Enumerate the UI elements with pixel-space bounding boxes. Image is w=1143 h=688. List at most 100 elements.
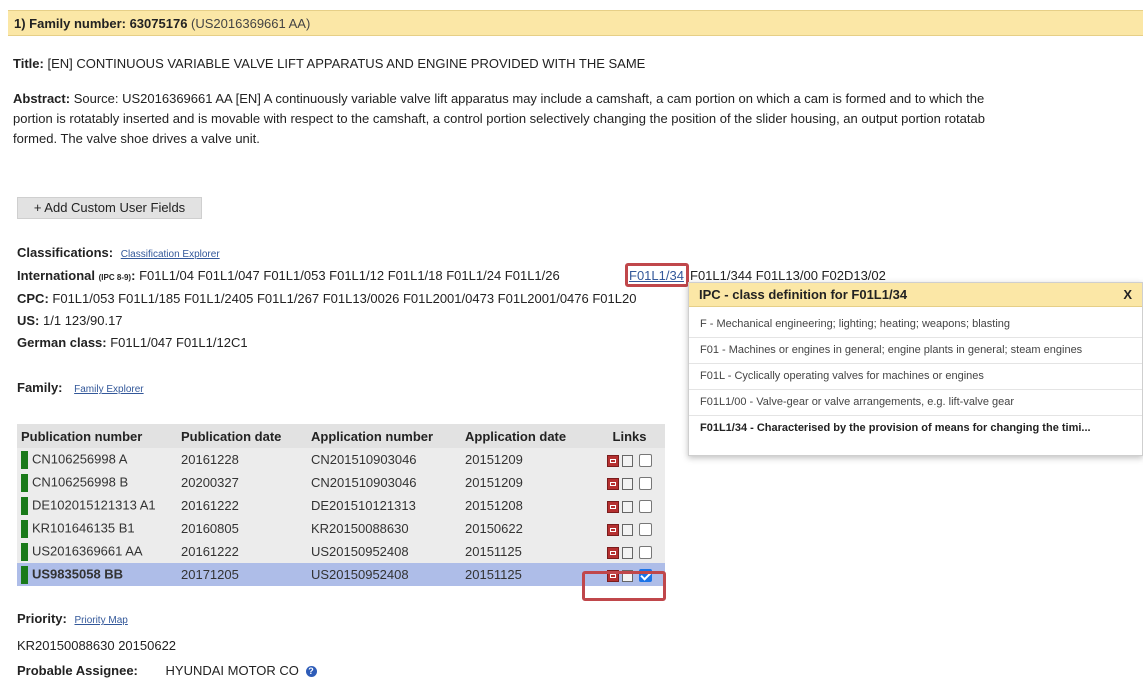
- status-indicator: [21, 519, 28, 538]
- cpc-codes: F01L1/053 F01L1/185 F01L1/2405 F01L1/267…: [52, 291, 637, 306]
- abstract: Abstract: Source: US2016369661 AA [EN] A…: [13, 89, 1143, 149]
- publication-number-cell: CN106256998 B: [17, 471, 177, 494]
- select-checkbox[interactable]: [639, 500, 652, 514]
- table-row[interactable]: CN106256998 B 20200327 CN201510903046 20151…: [17, 471, 665, 494]
- table-row[interactable]: US2016369661 AA 20161222 US20150952408 2015…: [17, 540, 665, 563]
- popup-item: F01 - Machines or engines in general; en…: [689, 338, 1142, 364]
- publication-number[interactable]: CN106256998 B: [32, 474, 128, 489]
- publication-date: 20161228: [177, 448, 307, 471]
- popup-item: F01L1/00 - Valve-gear or valve arrangeme…: [689, 390, 1142, 416]
- popup-header: IPC - class definition for F01L1/34 X: [689, 283, 1142, 307]
- family-label: Family:: [17, 380, 63, 395]
- popup-item: F - Mechanical engineering; lighting; he…: [689, 312, 1142, 338]
- family-header: 1) Family number: 63075176 (US2016369661…: [8, 10, 1143, 36]
- close-icon[interactable]: X: [1123, 287, 1132, 302]
- status-indicator: [21, 565, 28, 584]
- assignee-value: HYUNDAI MOTOR CO: [165, 663, 299, 678]
- classifications-row: Classifications: Classification Explorer: [17, 245, 220, 260]
- select-checkbox[interactable]: [639, 546, 652, 560]
- application-date: 20151209: [461, 448, 594, 471]
- priority-label: Priority:: [17, 611, 67, 626]
- international-row: International (IPC 8-9): F01L1/04 F01L1/…: [17, 268, 560, 283]
- help-icon[interactable]: ?: [305, 666, 317, 678]
- table-row[interactable]: DE102015121313 A1 20161222 DE201510121313 2…: [17, 494, 665, 517]
- selected-links-highlight: [582, 571, 666, 601]
- family-row: Family: Family Explorer: [17, 380, 144, 395]
- application-date: 20151125: [461, 563, 594, 586]
- abstract-line2: portion is rotatably inserted and is mov…: [13, 111, 985, 126]
- table-row[interactable]: KR101646135 B1 20160805 KR20150088630 20150…: [17, 517, 665, 540]
- application-number: US20150952408: [307, 540, 461, 563]
- popup-item-selected: F01L1/34 - Characterised by the provisio…: [700, 422, 1091, 434]
- add-custom-fields-button[interactable]: + Add Custom User Fields: [17, 197, 202, 219]
- status-indicator: [21, 450, 28, 469]
- publication-date: 20161222: [177, 494, 307, 517]
- assignee-row: Probable Assignee: HYUNDAI MOTOR CO ?: [17, 663, 317, 678]
- document-icon[interactable]: [622, 454, 633, 467]
- links-cell: [594, 494, 665, 517]
- select-checkbox[interactable]: [639, 523, 652, 537]
- priority-map-link[interactable]: Priority Map: [74, 615, 127, 626]
- table-row[interactable]: CN106256998 A 20161228 CN201510903046 20151…: [17, 448, 665, 471]
- priority-row: Priority: Priority Map: [17, 611, 128, 626]
- pdf-icon[interactable]: [607, 454, 619, 467]
- status-indicator: [21, 542, 28, 561]
- publication-date: 20161222: [177, 540, 307, 563]
- publication-number[interactable]: US9835058 BB: [32, 566, 123, 581]
- publication-number[interactable]: CN106256998 A: [32, 451, 127, 466]
- publication-number[interactable]: US2016369661 AA: [32, 543, 143, 558]
- application-number: US20150952408: [307, 563, 461, 586]
- priority-value: KR20150088630 20150622: [17, 638, 177, 653]
- col-links: Links: [594, 424, 665, 448]
- cpc-label: CPC:: [17, 291, 49, 306]
- publication-number-cell: DE102015121313 A1: [17, 494, 177, 517]
- german-row: German class: F01L1/047 F01L1/12C1: [17, 335, 248, 350]
- classification-explorer-link[interactable]: Classification Explorer: [121, 249, 220, 260]
- family-explorer-link[interactable]: Family Explorer: [74, 384, 143, 395]
- abstract-line1: Source: US2016369661 AA [EN] A continuou…: [73, 91, 985, 106]
- publication-number-cell: CN106256998 A: [17, 448, 177, 471]
- pdf-icon[interactable]: [607, 546, 619, 559]
- document-icon[interactable]: [622, 546, 633, 559]
- select-checkbox[interactable]: [639, 477, 652, 491]
- family-ref: (US2016369661 AA): [191, 16, 311, 31]
- publication-number-cell: US2016369661 AA: [17, 540, 177, 563]
- pdf-icon[interactable]: [607, 500, 619, 513]
- abstract-line3: formed. The valve shoe drives a valve un…: [13, 131, 260, 146]
- links-cell: [594, 540, 665, 563]
- links-cell: [594, 471, 665, 494]
- publication-number[interactable]: DE102015121313 A1: [32, 497, 156, 512]
- publication-number-cell: US9835058 BB: [17, 563, 177, 586]
- table-row[interactable]: US9835058 BB 20171205 US20150952408 2015112…: [17, 563, 665, 586]
- pdf-icon[interactable]: [607, 477, 619, 490]
- document-icon[interactable]: [622, 500, 633, 513]
- assignee-label: Probable Assignee:: [17, 663, 138, 678]
- table-header-row: Publication number Publication date Appl…: [17, 424, 665, 448]
- application-date: 20151209: [461, 471, 594, 494]
- ipc-definition-popup: IPC - class definition for F01L1/34 X F …: [688, 282, 1143, 456]
- popup-title: IPC - class definition for F01L1/34: [699, 287, 908, 302]
- document-icon[interactable]: [622, 477, 633, 490]
- col-publication-number: Publication number: [17, 424, 177, 448]
- status-indicator: [21, 496, 28, 515]
- document-icon[interactable]: [622, 523, 633, 536]
- col-application-number: Application number: [307, 424, 461, 448]
- col-application-date: Application date: [461, 424, 594, 448]
- application-number: CN201510903046: [307, 471, 461, 494]
- select-checkbox[interactable]: [639, 454, 652, 468]
- us-codes: 1/1 123/90.17: [43, 313, 123, 328]
- family-number: 1) Family number: 63075176: [14, 16, 188, 31]
- publication-number-cell: KR101646135 B1: [17, 517, 177, 540]
- publication-date: 20171205: [177, 563, 307, 586]
- us-row: US: 1/1 123/90.17: [17, 313, 123, 328]
- international-label: International: [17, 268, 96, 283]
- pdf-icon[interactable]: [607, 523, 619, 536]
- status-indicator: [21, 473, 28, 492]
- publication-date: 20200327: [177, 471, 307, 494]
- publication-number[interactable]: KR101646135 B1: [32, 520, 135, 535]
- ipc-selected-code[interactable]: F01L1/34: [625, 263, 689, 287]
- ipc-selected-code-text[interactable]: F01L1/34: [629, 268, 684, 283]
- links-cell: [594, 448, 665, 471]
- application-date: 20150622: [461, 517, 594, 540]
- german-codes: F01L1/047 F01L1/12C1: [110, 335, 248, 350]
